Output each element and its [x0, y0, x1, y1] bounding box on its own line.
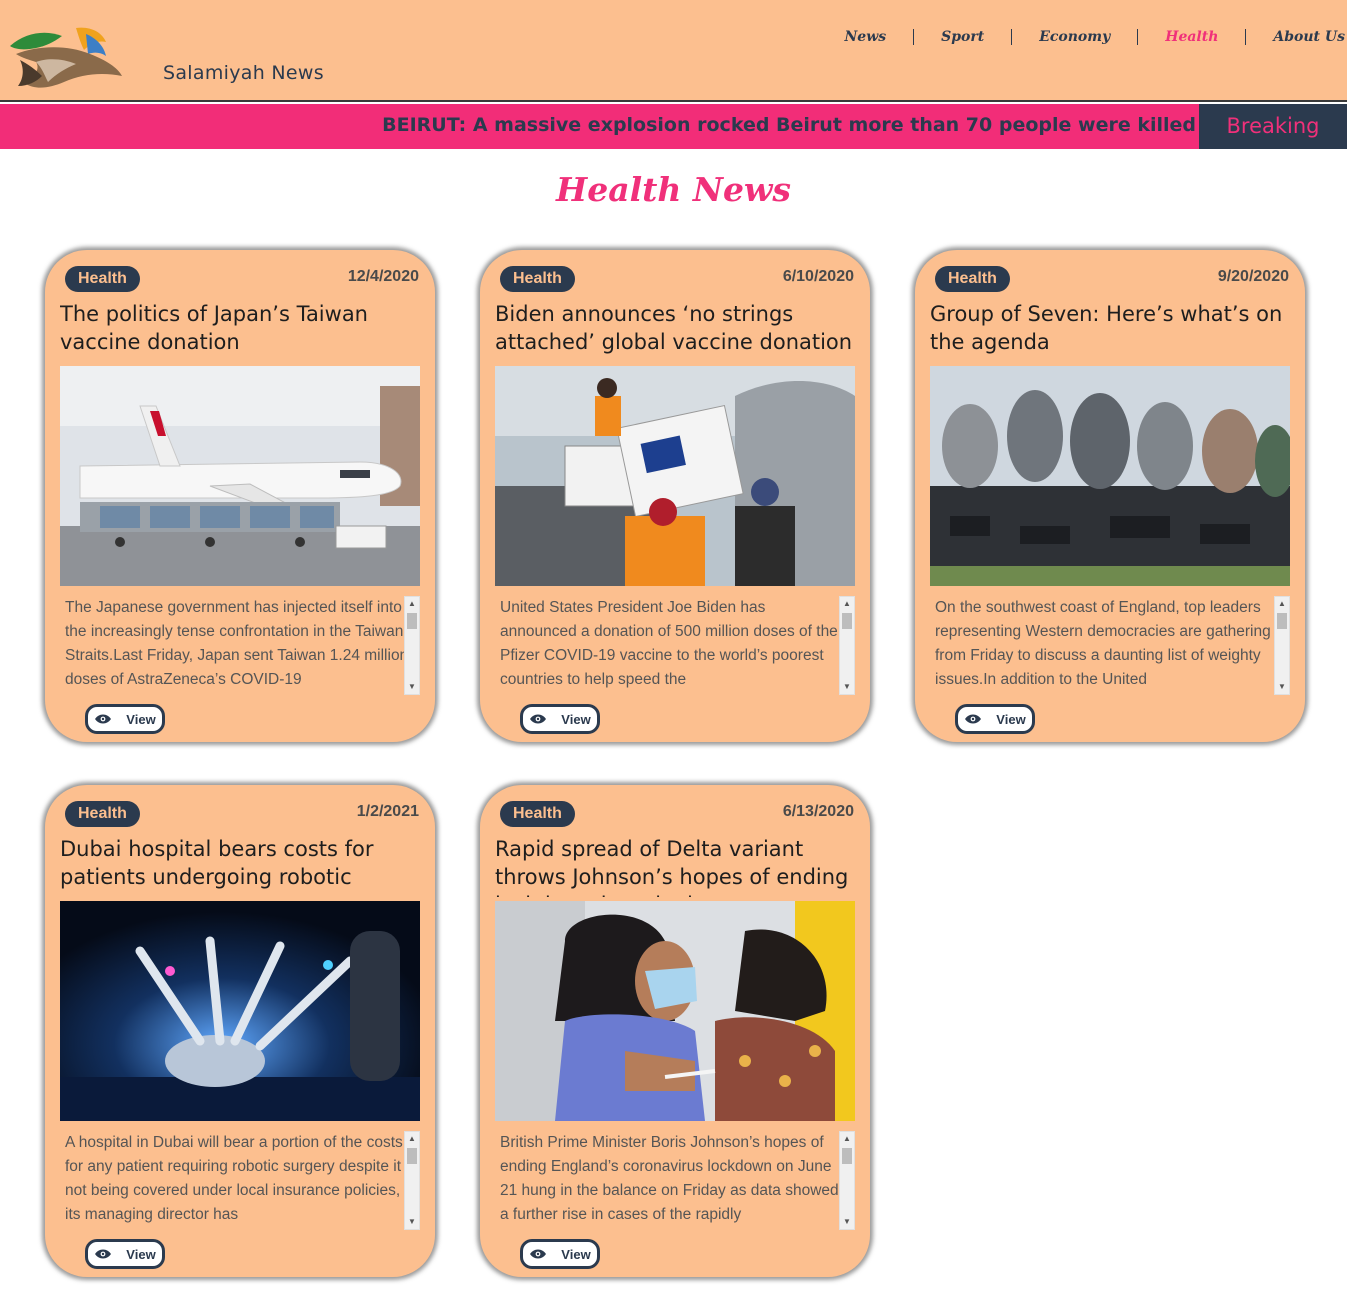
card-title: Dubai hospital bears costs for patients …	[60, 837, 374, 897]
nav-health[interactable]: Health	[1165, 29, 1218, 45]
view-button-label: View	[996, 711, 1026, 727]
scroll-thumb[interactable]	[842, 613, 852, 629]
card-title: Group of Seven: Here’s what’s on the age…	[930, 302, 1283, 354]
breaking-news-bar: BEIRUT: A massive explosion rocked Beiru…	[0, 104, 1347, 149]
scroll-up-arrow-icon[interactable]: ▲	[840, 597, 854, 611]
scroll-up-arrow-icon[interactable]: ▲	[840, 1132, 854, 1146]
vaccination-photo	[495, 901, 855, 1121]
card-date: 6/10/2020	[782, 268, 854, 285]
airplane-cargo-photo	[60, 366, 420, 586]
vaccine-boxes-unloading-photo	[495, 366, 855, 586]
card-summary[interactable]: A hospital in Dubai will bear a portion …	[65, 1131, 410, 1227]
nav-separator	[1011, 29, 1013, 45]
scroll-thumb[interactable]	[842, 1148, 852, 1164]
scroll-down-arrow-icon[interactable]: ▼	[405, 1215, 419, 1229]
scroll-up-arrow-icon[interactable]: ▲	[405, 597, 419, 611]
summary-scrollbar[interactable]: ▲ ▼	[839, 596, 855, 695]
card-summary[interactable]: British Prime Minister Boris Johnson’s h…	[500, 1131, 845, 1227]
card-summary[interactable]: The Japanese government has injected its…	[65, 596, 410, 692]
eye-icon	[965, 714, 982, 724]
surgical-robot-photo	[60, 901, 420, 1121]
nav-sport[interactable]: Sport	[941, 29, 984, 45]
category-badge: Health	[65, 801, 140, 827]
view-button-label: View	[126, 711, 156, 727]
scroll-up-arrow-icon[interactable]: ▲	[1275, 597, 1289, 611]
scroll-down-arrow-icon[interactable]: ▼	[840, 680, 854, 694]
news-card: Health 6/13/2020 Rapid spread of Delta v…	[480, 785, 870, 1277]
card-summary[interactable]: On the southwest coast of England, top l…	[935, 596, 1280, 692]
nav-separator	[913, 29, 915, 45]
eye-icon	[530, 1249, 547, 1259]
nav-separator	[1137, 29, 1139, 45]
card-title: Rapid spread of Delta variant throws Joh…	[495, 837, 849, 897]
summary-scrollbar[interactable]: ▲ ▼	[404, 596, 420, 695]
view-button-label: View	[561, 1246, 591, 1262]
site-logo[interactable]	[6, 24, 124, 94]
nav-about-us[interactable]: About Us	[1273, 29, 1345, 45]
view-button[interactable]: View	[85, 704, 165, 734]
eye-icon	[95, 1249, 112, 1259]
card-title: Biden announces ‘no strings attached’ gl…	[495, 302, 853, 354]
scroll-down-arrow-icon[interactable]: ▼	[1275, 680, 1289, 694]
scroll-thumb[interactable]	[407, 613, 417, 629]
view-button-label: View	[561, 711, 591, 727]
nav-economy[interactable]: Economy	[1039, 29, 1110, 45]
view-button[interactable]: View	[520, 1239, 600, 1269]
news-card: Health 12/4/2020 The politics of Japan’s…	[45, 250, 435, 742]
card-summary[interactable]: United States President Joe Biden has an…	[500, 596, 845, 692]
category-badge: Health	[935, 266, 1010, 292]
card-date: 6/13/2020	[782, 803, 854, 820]
main-nav: News Sport Economy Health About Us	[844, 26, 1347, 48]
card-date: 1/2/2021	[356, 803, 419, 820]
scroll-down-arrow-icon[interactable]: ▼	[405, 680, 419, 694]
nav-news[interactable]: News	[844, 29, 886, 45]
eye-icon	[530, 714, 547, 724]
site-name[interactable]: Salamiyah News	[163, 62, 324, 84]
category-badge: Health	[500, 801, 575, 827]
view-button[interactable]: View	[955, 704, 1035, 734]
category-badge: Health	[65, 266, 140, 292]
breaking-ticker[interactable]: BEIRUT: A massive explosion rocked Beiru…	[382, 104, 1196, 149]
breaking-label: Breaking	[1199, 104, 1347, 149]
category-badge: Health	[500, 266, 575, 292]
eye-icon	[95, 714, 112, 724]
news-card: Health 9/20/2020 Group of Seven: Here’s …	[915, 250, 1305, 742]
scroll-up-arrow-icon[interactable]: ▲	[405, 1132, 419, 1146]
card-title: The politics of Japan’s Taiwan vaccine d…	[60, 302, 368, 354]
news-card: Health 1/2/2021 Dubai hospital bears cos…	[45, 785, 435, 1277]
site-header: Salamiyah News News Sport Economy Health…	[0, 0, 1347, 102]
news-card: Health 6/10/2020 Biden announces ‘no str…	[480, 250, 870, 742]
scroll-down-arrow-icon[interactable]: ▼	[840, 1215, 854, 1229]
g7-sculpture-photo	[930, 366, 1290, 586]
card-date: 12/4/2020	[347, 268, 419, 285]
card-date: 9/20/2020	[1217, 268, 1289, 285]
scroll-thumb[interactable]	[1277, 613, 1287, 629]
page-title: Health News	[556, 170, 791, 209]
view-button-label: View	[126, 1246, 156, 1262]
nav-separator	[1245, 29, 1247, 45]
summary-scrollbar[interactable]: ▲ ▼	[839, 1131, 855, 1230]
view-button[interactable]: View	[85, 1239, 165, 1269]
view-button[interactable]: View	[520, 704, 600, 734]
scroll-thumb[interactable]	[407, 1148, 417, 1164]
summary-scrollbar[interactable]: ▲ ▼	[404, 1131, 420, 1230]
summary-scrollbar[interactable]: ▲ ▼	[1274, 596, 1290, 695]
